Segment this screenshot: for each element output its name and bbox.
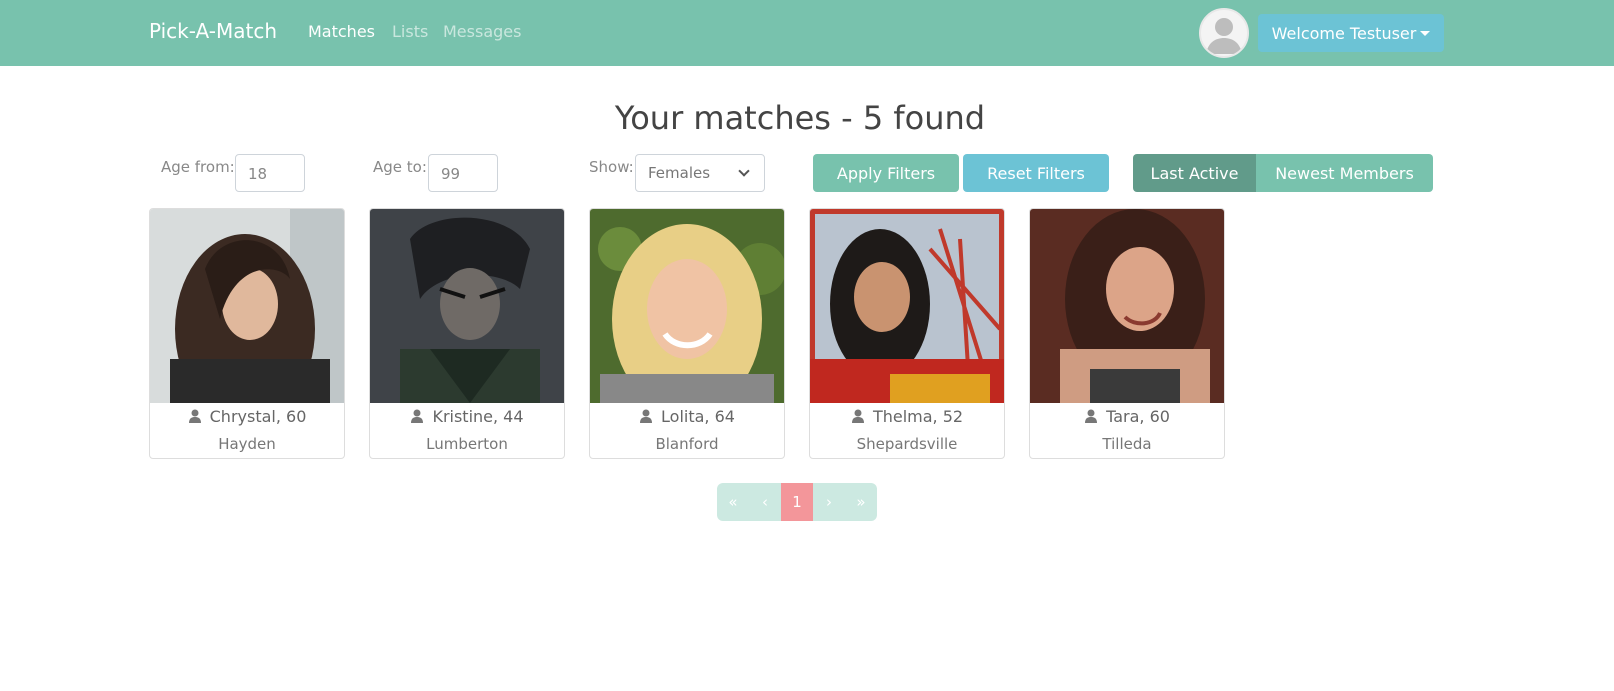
member-city: Lumberton xyxy=(426,435,508,453)
member-city: Shepardsville xyxy=(856,435,958,453)
user-icon xyxy=(188,409,201,423)
member-city: Hayden xyxy=(218,435,276,453)
user-icon xyxy=(851,409,864,423)
user-icon xyxy=(640,409,653,423)
member-name-age[interactable]: Lolita, 64 xyxy=(590,407,784,426)
member-name-age[interactable]: Kristine, 44 xyxy=(370,407,564,426)
age-from-label: Age from: xyxy=(161,158,235,176)
member-photo[interactable] xyxy=(810,209,1004,403)
apply-filters-button[interactable]: Apply Filters xyxy=(813,154,959,192)
user-icon xyxy=(1085,409,1098,423)
member-photo[interactable] xyxy=(150,209,344,403)
pagination-last-button[interactable]: » xyxy=(845,483,877,521)
member-card[interactable]: Thelma, 52 Shepardsville xyxy=(809,208,1005,459)
sort-last-active-button[interactable]: Last Active xyxy=(1133,154,1256,192)
member-city: Tilleda xyxy=(1102,435,1152,453)
caret-down-icon xyxy=(1420,30,1431,36)
brand-logo[interactable]: Pick-A-Match xyxy=(149,19,277,43)
member-photo[interactable] xyxy=(370,209,564,403)
chevron-down-icon xyxy=(738,165,750,177)
member-name-age[interactable]: Tara, 60 xyxy=(1030,407,1224,426)
age-to-label: Age to: xyxy=(373,158,427,176)
member-card[interactable]: Chrystal, 60 Hayden xyxy=(149,208,345,459)
welcome-label: Welcome Testuser xyxy=(1271,23,1417,43)
nav-link-messages[interactable]: Messages xyxy=(443,22,521,41)
reset-filters-button[interactable]: Reset Filters xyxy=(963,154,1109,192)
member-name-age[interactable]: Thelma, 52 xyxy=(810,407,1004,426)
age-from-input[interactable]: 18 xyxy=(235,154,305,192)
age-to-input[interactable]: 99 xyxy=(428,154,498,192)
nav-link-matches[interactable]: Matches xyxy=(308,22,375,41)
pagination-page-1[interactable]: 1 xyxy=(781,483,813,521)
pagination-first-button[interactable]: « xyxy=(717,483,749,521)
member-card[interactable]: Lolita, 64 Blanford xyxy=(589,208,785,459)
navbar: Pick-A-Match Matches Lists Messages Welc… xyxy=(0,0,1614,66)
member-city: Blanford xyxy=(655,435,719,453)
member-name-age[interactable]: Chrystal, 60 xyxy=(150,407,344,426)
member-card[interactable]: Tara, 60 Tilleda xyxy=(1029,208,1225,459)
page-title: Your matches - 5 found xyxy=(614,99,986,137)
gender-show-label: Show: xyxy=(589,158,634,176)
gender-select-value: Females xyxy=(648,164,711,182)
member-photo[interactable] xyxy=(590,209,784,403)
user-menu-dropdown[interactable]: Welcome Testuser xyxy=(1258,14,1444,52)
gender-select[interactable]: Females xyxy=(635,154,765,192)
pagination-prev-button[interactable]: ‹ xyxy=(749,483,781,521)
user-icon xyxy=(411,409,424,423)
user-avatar[interactable] xyxy=(1199,8,1249,58)
sort-newest-members-button[interactable]: Newest Members xyxy=(1256,154,1433,192)
pagination-next-button[interactable]: › xyxy=(813,483,845,521)
nav-link-lists[interactable]: Lists xyxy=(392,22,428,41)
pagination: « ‹ 1 › » xyxy=(717,483,877,521)
avatar-placeholder-icon xyxy=(1206,18,1242,54)
member-photo[interactable] xyxy=(1030,209,1224,403)
member-card[interactable]: Kristine, 44 Lumberton xyxy=(369,208,565,459)
